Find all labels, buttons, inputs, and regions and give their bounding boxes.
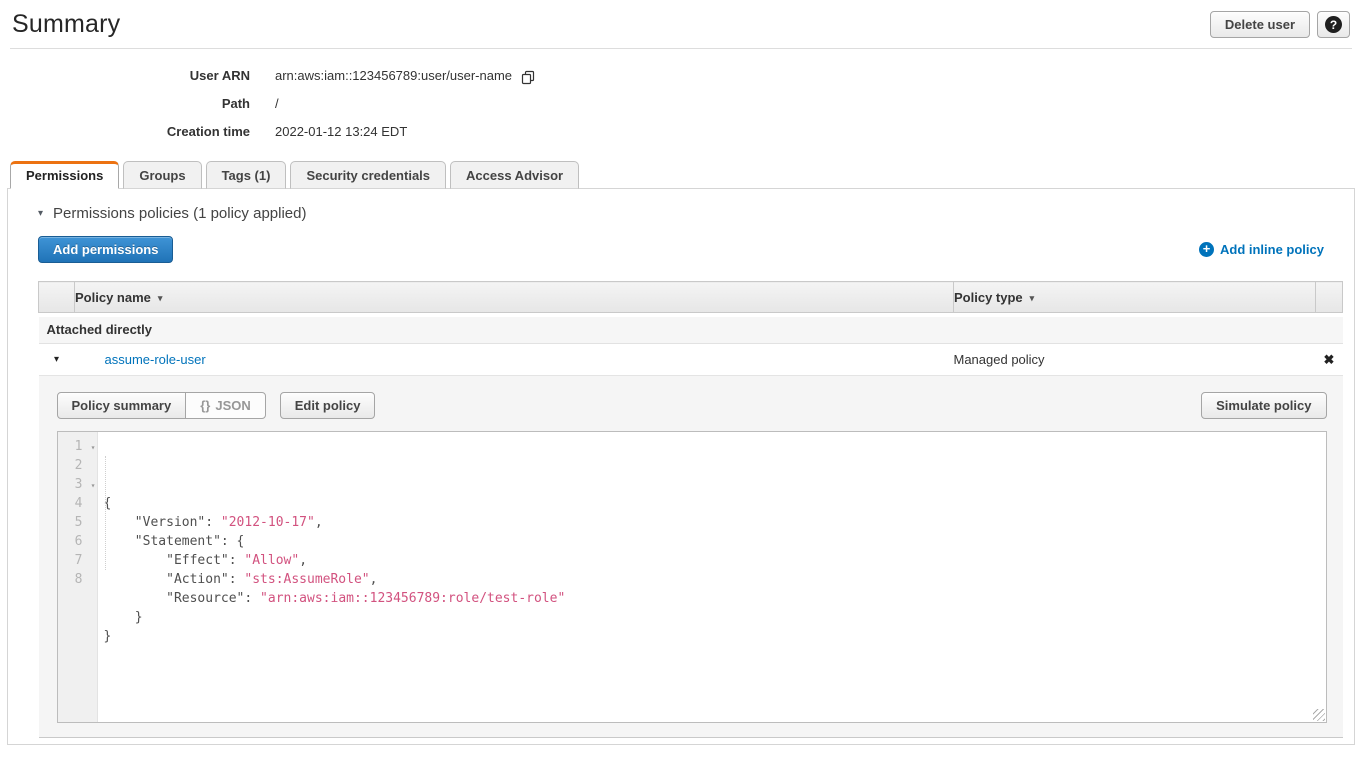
code-token: "2012-10-17" [221, 515, 315, 530]
json-view-button[interactable]: {}JSON [185, 392, 266, 419]
meta-field-value-text: / [275, 90, 279, 118]
expand-column-header [39, 282, 75, 313]
sort-caret-icon: ▾ [158, 293, 163, 303]
meta-field-value: arn:aws:iam::123456789:user/user-name [275, 62, 535, 90]
editor-line-number: 8 [58, 570, 97, 589]
tab-groups[interactable]: Groups [123, 161, 201, 189]
code-token: , [299, 553, 307, 568]
policy-summary-button[interactable]: Policy summary [57, 392, 187, 419]
editor-code-line: { [104, 494, 1326, 513]
meta-field-value-text: 2022-01-12 13:24 EDT [275, 118, 407, 146]
code-token: "sts:AssumeRole" [244, 572, 369, 587]
edit-policy-button[interactable]: Edit policy [280, 392, 376, 419]
editor-code-line: "Resource": "arn:aws:iam::123456789:role… [104, 589, 1326, 608]
editor-resize-handle[interactable] [1313, 709, 1325, 721]
fold-caret-icon[interactable]: ▾ [91, 476, 96, 495]
code-token: "Version": [104, 515, 221, 530]
meta-field-value: 2022-01-12 13:24 EDT [275, 118, 407, 146]
help-button[interactable]: ? [1317, 11, 1350, 38]
permissions-tab-panel: ▾ Permissions policies (1 policy applied… [7, 188, 1355, 745]
meta-field-row: User ARN arn:aws:iam::123456789:user/user… [0, 62, 1362, 90]
permissions-policies-section-toggle[interactable]: ▾ Permissions policies (1 policy applied… [38, 205, 1354, 222]
header-actions: Delete user ? [1210, 11, 1350, 38]
attached-directly-group-row: Attached directly [39, 317, 1343, 344]
code-token: } [104, 629, 112, 644]
indent-guide [105, 456, 106, 570]
policy-type-column-header[interactable]: Policy type▾ [954, 282, 1316, 313]
help-icon: ? [1325, 16, 1342, 33]
detach-policy-icon[interactable]: ✖ [1324, 352, 1335, 367]
editor-code-line: "Effect": "Allow", [104, 551, 1326, 570]
code-token: "Allow" [244, 553, 299, 568]
attached-policies-table: Policy name▾ Policy type▾ Attached direc… [38, 281, 1343, 738]
policy-actions-row: Add permissions + Add inline policy [38, 236, 1324, 263]
remove-column-header [1316, 282, 1343, 313]
editor-line-number-gutter: 1▾23▾45678 [58, 432, 98, 722]
editor-line-number: 2 [58, 456, 97, 475]
editor-code-line: } [104, 608, 1326, 627]
fold-caret-icon[interactable]: ▾ [91, 438, 96, 457]
editor-code-area[interactable]: { "Version": "2012-10-17", "Statement": … [98, 432, 1326, 722]
table-header-row: Policy name▾ Policy type▾ [39, 282, 1343, 313]
policy-type-value: Managed policy [954, 344, 1316, 376]
user-summary-fields: User ARN arn:aws:iam::123456789:user/user… [0, 49, 1362, 146]
editor-line-number: 5 [58, 513, 97, 532]
tab-security-credentials[interactable]: Security credentials [290, 161, 446, 189]
tab-tags-1[interactable]: Tags (1) [206, 161, 287, 189]
policy-name-column-header[interactable]: Policy name▾ [75, 282, 954, 313]
policy-name-link[interactable]: assume-role-user [75, 352, 206, 367]
tab-bar: PermissionsGroupsTags (1)Security creden… [0, 161, 1362, 188]
meta-field-label: User ARN [0, 62, 250, 90]
meta-field-label: Path [0, 90, 250, 118]
editor-line-number: 6 [58, 532, 97, 551]
meta-field-row: Path / [0, 90, 1362, 118]
meta-field-value: / [275, 90, 279, 118]
code-token: , [315, 515, 323, 530]
code-token: "Action": [104, 572, 245, 587]
add-permissions-button[interactable]: Add permissions [38, 236, 173, 263]
simulate-policy-button[interactable]: Simulate policy [1201, 392, 1326, 419]
row-expand-caret-icon[interactable]: ▾ [39, 344, 75, 376]
policy-view-toolbar: Policy summary {}JSON Edit policy Simula… [57, 392, 1327, 419]
add-inline-policy-link[interactable]: + Add inline policy [1199, 242, 1324, 257]
json-braces-icon: {} [200, 398, 210, 413]
policy-view-segmented-control: Policy summary {}JSON [57, 392, 266, 419]
code-token: "Statement": { [104, 534, 245, 549]
section-collapse-icon: ▾ [38, 208, 43, 219]
copy-icon[interactable] [521, 70, 535, 85]
code-token: } [104, 610, 143, 625]
code-token: "Resource": [104, 591, 261, 606]
delete-user-button[interactable]: Delete user [1210, 11, 1310, 38]
meta-field-row: Creation time 2022-01-12 13:24 EDT [0, 118, 1362, 146]
page-title: Summary [12, 10, 120, 39]
tab-access-advisor[interactable]: Access Advisor [450, 161, 579, 189]
add-inline-policy-label: Add inline policy [1220, 242, 1324, 257]
sort-caret-icon: ▾ [1030, 293, 1035, 303]
tab-permissions[interactable]: Permissions [10, 161, 119, 189]
section-heading-label: Permissions policies (1 policy applied) [53, 205, 306, 222]
meta-field-value-text: arn:aws:iam::123456789:user/user-name [275, 62, 512, 90]
policy-table-row: ▾ assume-role-user Managed policy ✖ [39, 344, 1343, 376]
editor-line-number: 7 [58, 551, 97, 570]
editor-line-number: 1▾ [58, 437, 97, 456]
policy-json-editor[interactable]: 1▾23▾45678 { "Version": "2012-10-17", "S… [57, 431, 1327, 723]
expanded-policy-row: Policy summary {}JSON Edit policy Simula… [39, 376, 1343, 738]
group-row-label: Attached directly [39, 317, 1343, 344]
editor-code-line: } [104, 627, 1326, 646]
code-token: , [370, 572, 378, 587]
editor-line-number: 3▾ [58, 475, 97, 494]
editor-code-line: "Statement": { [104, 532, 1326, 551]
code-token: "Effect": [104, 553, 245, 568]
page-header: Summary Delete user ? [0, 0, 1362, 43]
plus-circle-icon: + [1199, 242, 1214, 257]
expanded-policy-detail: Policy summary {}JSON Edit policy Simula… [39, 376, 1343, 737]
editor-line-number: 4 [58, 494, 97, 513]
editor-code-line: "Version": "2012-10-17", [104, 513, 1326, 532]
meta-field-label: Creation time [0, 118, 250, 146]
code-token: "arn:aws:iam::123456789:role/test-role" [260, 591, 565, 606]
editor-code-line: "Action": "sts:AssumeRole", [104, 570, 1326, 589]
